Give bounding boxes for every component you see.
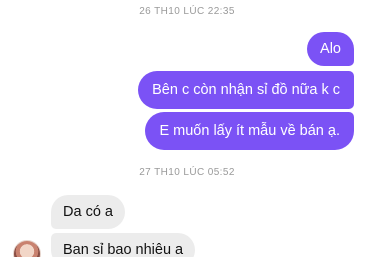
incoming-message-bubble[interactable]: Da có a <box>51 195 125 229</box>
outgoing-message-bubble[interactable]: E muốn lấy ít mẫu về bán ạ. <box>145 112 354 150</box>
outgoing-message-bubble[interactable]: Bên c còn nhận sỉ đồ nữa k c <box>138 71 354 109</box>
incoming-message-bubble[interactable]: Ban sỉ bao nhiêu a <box>51 233 196 257</box>
timestamp-divider: 27 TH10 LÚC 05:52 <box>139 167 235 178</box>
timestamp-divider: 26 TH10 LÚC 22:35 <box>139 6 235 17</box>
outgoing-message-bubble[interactable]: Alo <box>307 32 354 66</box>
avatar-icon[interactable] <box>13 240 41 257</box>
